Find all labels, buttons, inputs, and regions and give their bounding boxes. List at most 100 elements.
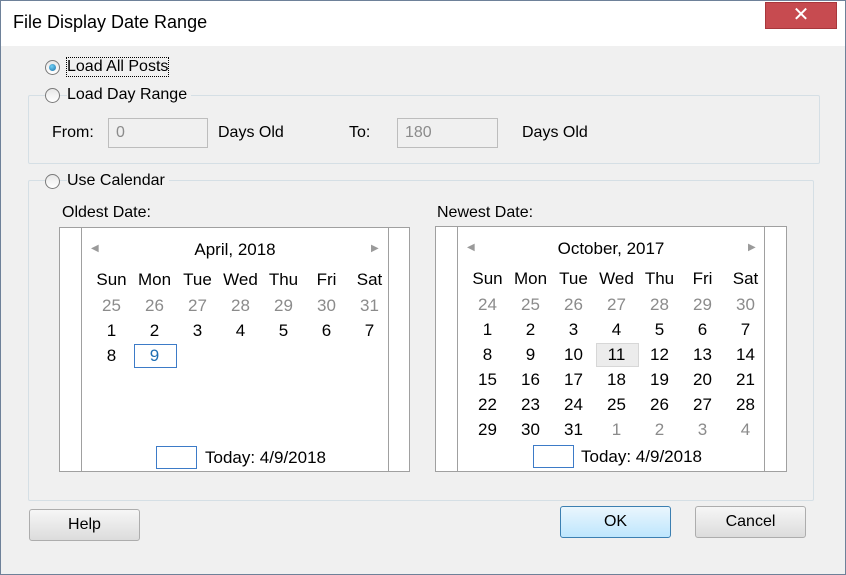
calendar-day[interactable]: 25 xyxy=(595,393,638,417)
to-label: To: xyxy=(349,124,371,141)
calendar-day[interactable]: 22 xyxy=(466,393,509,417)
use-calendar-label[interactable]: Use Calendar xyxy=(67,172,169,190)
calendar-day[interactable]: 2 xyxy=(133,319,176,343)
calendar-day[interactable]: 26 xyxy=(638,393,681,417)
weekday-header: Wed xyxy=(599,269,634,288)
calendar-day[interactable]: 28 xyxy=(219,294,262,318)
calendar-day[interactable]: 17 xyxy=(552,368,595,392)
calendar-day[interactable]: 28 xyxy=(638,293,681,317)
calendar-day[interactable]: 26 xyxy=(552,293,595,317)
calendar-day[interactable]: 21 xyxy=(724,368,767,392)
calendar-day[interactable]: 6 xyxy=(305,319,348,343)
calendar-day[interactable]: 4 xyxy=(595,318,638,342)
weekday-header: Thu xyxy=(268,270,299,289)
weekday-header: Sat xyxy=(732,269,759,288)
calendar-day[interactable]: 15 xyxy=(466,368,509,392)
calendar-day[interactable]: 9 xyxy=(133,344,176,368)
calendar-day[interactable]: 8 xyxy=(466,343,509,367)
calendar-day[interactable]: 1 xyxy=(466,318,509,342)
weekday-header: Sun xyxy=(96,270,127,289)
oldest-date-calendar[interactable]: ◀ ▶ April, 2018 Today: 4/9/2018 Sun Mon Tu… xyxy=(59,227,410,472)
dialog-window: File Display Date Range ✕ Load All Posts… xyxy=(0,0,846,575)
calendar-day[interactable]: 29 xyxy=(466,418,509,442)
weekday-header: Wed xyxy=(223,270,258,289)
calendar-day[interactable]: 31 xyxy=(552,418,595,442)
calendar-day[interactable]: 19 xyxy=(638,368,681,392)
calendar-day[interactable]: 12 xyxy=(638,343,681,367)
calendar-day[interactable]: 7 xyxy=(348,319,391,343)
weekday-header: Fri xyxy=(316,270,337,289)
prev-month-icon[interactable]: ◀ xyxy=(467,242,475,253)
calendar-day[interactable]: 18 xyxy=(595,368,638,392)
calendar-day[interactable]: 30 xyxy=(305,294,348,318)
month-header[interactable]: October, 2017 xyxy=(496,239,726,259)
to-unit-label: Days Old xyxy=(522,124,588,141)
calendar-day[interactable]: 26 xyxy=(133,294,176,318)
cancel-button[interactable]: Cancel xyxy=(695,506,806,538)
calendar-day[interactable]: 6 xyxy=(681,318,724,342)
month-header[interactable]: April, 2018 xyxy=(120,240,350,260)
today-link[interactable]: Today: 4/9/2018 xyxy=(581,447,702,467)
newest-date-label: Newest Date: xyxy=(437,204,534,221)
calendar-day[interactable]: 3 xyxy=(681,418,724,442)
calendar-day[interactable]: 2 xyxy=(509,318,552,342)
calendar-day[interactable]: 1 xyxy=(595,418,638,442)
calendar-day[interactable]: 27 xyxy=(176,294,219,318)
load-all-radio[interactable] xyxy=(45,60,60,75)
calendar-day[interactable]: 1 xyxy=(90,319,133,343)
calendar-day[interactable]: 11 xyxy=(595,343,638,367)
load-range-radio[interactable] xyxy=(45,88,60,103)
calendar-day[interactable]: 29 xyxy=(681,293,724,317)
close-button[interactable]: ✕ xyxy=(765,2,837,29)
from-unit-label: Days Old xyxy=(218,124,284,141)
calendar-day[interactable]: 9 xyxy=(509,343,552,367)
calendar-day[interactable]: 5 xyxy=(638,318,681,342)
calendar-day[interactable]: 2 xyxy=(638,418,681,442)
calendar-day[interactable]: 13 xyxy=(681,343,724,367)
calendar-day[interactable]: 8 xyxy=(90,344,133,368)
dialog-body: Load All Posts Load Day Range From: 0 Da… xyxy=(9,46,837,567)
weekday-header: Mon xyxy=(513,269,548,288)
calendar-day[interactable]: 10 xyxy=(552,343,595,367)
today-link[interactable]: Today: 4/9/2018 xyxy=(205,448,326,468)
calendar-day[interactable]: 4 xyxy=(724,418,767,442)
calendar-day[interactable]: 24 xyxy=(552,393,595,417)
calendar-day[interactable]: 3 xyxy=(176,319,219,343)
weekday-header: Sun xyxy=(472,269,503,288)
calendar-day[interactable]: 4 xyxy=(219,319,262,343)
calendar-day[interactable]: 30 xyxy=(509,418,552,442)
calendar-day[interactable]: 16 xyxy=(509,368,552,392)
from-days-input[interactable]: 0 xyxy=(108,118,208,148)
calendar-day[interactable]: 5 xyxy=(262,319,305,343)
newest-date-calendar[interactable]: ◀ ▶ October, 2017 Today: 4/9/2018 Sun Mon… xyxy=(435,226,787,472)
calendar-day[interactable]: 31 xyxy=(348,294,391,318)
dialog-title: File Display Date Range xyxy=(13,12,208,32)
ok-button[interactable]: OK xyxy=(560,506,671,538)
today-marker xyxy=(156,446,197,469)
weekday-header: Sat xyxy=(356,270,383,289)
load-range-label[interactable]: Load Day Range xyxy=(67,86,192,104)
calendar-day[interactable]: 27 xyxy=(681,393,724,417)
calendar-day[interactable]: 25 xyxy=(509,293,552,317)
to-days-input[interactable]: 180 xyxy=(397,118,498,148)
next-month-icon[interactable]: ▶ xyxy=(748,242,756,253)
next-month-icon[interactable]: ▶ xyxy=(371,243,379,254)
calendar-day[interactable]: 20 xyxy=(681,368,724,392)
calendar-day[interactable]: 27 xyxy=(595,293,638,317)
calendar-day[interactable]: 14 xyxy=(724,343,767,367)
calendar-day[interactable]: 30 xyxy=(724,293,767,317)
calendar-day[interactable]: 25 xyxy=(90,294,133,318)
calendar-day[interactable]: 7 xyxy=(724,318,767,342)
calendar-day[interactable]: 23 xyxy=(509,393,552,417)
prev-month-icon[interactable]: ◀ xyxy=(91,243,99,254)
weekday-header: Mon xyxy=(137,270,172,289)
use-calendar-radio[interactable] xyxy=(45,174,60,189)
help-button[interactable]: Help xyxy=(29,509,140,541)
calendar-day[interactable]: 24 xyxy=(466,293,509,317)
weekday-header: Thu xyxy=(644,269,675,288)
calendar-day[interactable]: 28 xyxy=(724,393,767,417)
calendar-day[interactable]: 3 xyxy=(552,318,595,342)
calendar-day[interactable]: 29 xyxy=(262,294,305,318)
from-label: From: xyxy=(52,124,94,141)
load-all-label[interactable]: Load All Posts xyxy=(65,57,170,77)
